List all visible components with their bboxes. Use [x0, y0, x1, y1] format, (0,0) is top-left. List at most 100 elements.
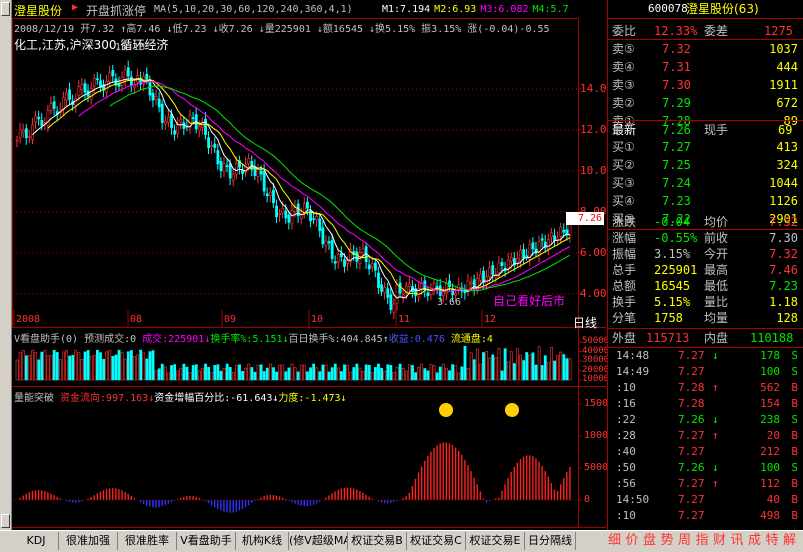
right-view-tab[interactable]: 周: [678, 532, 691, 550]
date-tick-label: 10: [311, 314, 324, 325]
candle-body: [522, 249, 526, 258]
tick-volume: 20: [766, 429, 780, 442]
volume-bar: [287, 367, 291, 381]
chart-canvas[interactable]: [12, 0, 606, 530]
candle-body: [346, 260, 350, 265]
right-view-tab[interactable]: 财: [713, 532, 726, 550]
stat-label: 均量: [704, 311, 729, 325]
volume-bar: [197, 370, 201, 381]
trading-window: 澄星股份 ▶ 开盘抓涨停 MA(5,10,20,30,60,120,240,36…: [0, 0, 803, 552]
order-level-label: 买①: [612, 140, 635, 154]
candle-body: [290, 210, 294, 225]
order-row[interactable]: 卖④ 7.31 444: [608, 58, 803, 76]
candle-body: [231, 173, 235, 181]
volume-bar: [392, 372, 396, 381]
main-chart-area[interactable]: 澄星股份 ▶ 开盘抓涨停 MA(5,10,20,30,60,120,240,36…: [12, 0, 615, 530]
candle-body: [89, 88, 93, 100]
volume-bar: [454, 365, 458, 381]
collapse-button[interactable]: [1, 2, 10, 16]
candle-body: [92, 78, 96, 87]
bottom-tab[interactable]: 机构K线: [236, 532, 289, 550]
right-view-tab[interactable]: 指: [696, 532, 709, 550]
candle-body: [287, 214, 291, 223]
tick-row[interactable]: :10 7.27 498 B: [608, 508, 803, 524]
volume-bar: [154, 370, 158, 381]
volume-bar: [74, 349, 78, 381]
right-view-tab[interactable]: 成: [748, 532, 761, 550]
candle-body: [367, 264, 371, 270]
divider: [608, 39, 803, 40]
order-row[interactable]: 买① 7.27 413: [608, 138, 803, 156]
volume-bar: [491, 354, 495, 381]
stat-label: 振幅: [612, 247, 637, 261]
volume-bar: [185, 366, 189, 381]
bottom-tab[interactable]: 权证交易B: [348, 532, 407, 550]
bottom-tab[interactable]: (修V超级MACD]: [289, 532, 348, 550]
candle-body: [24, 128, 28, 138]
tick-row[interactable]: :50 7.26 ↓ 100 S: [608, 460, 803, 476]
order-row[interactable]: 卖② 7.29 672: [608, 94, 803, 112]
candle-body: [383, 287, 387, 293]
bottom-tab[interactable]: V看盘助手: [177, 532, 236, 550]
volume-bar: [565, 358, 569, 381]
tick-arrow: ↑: [712, 381, 719, 394]
right-view-tab[interactable]: 势: [661, 532, 674, 550]
candle-body: [395, 284, 399, 304]
tick-row[interactable]: :22 7.26 ↓ 238 S: [608, 412, 803, 428]
tick-volume: 154: [760, 397, 780, 410]
period-label[interactable]: 日线: [573, 314, 597, 331]
candle-body: [126, 67, 130, 77]
volume-bar: [513, 363, 516, 381]
order-volume: 1911: [769, 78, 798, 92]
order-level-label: 买②: [612, 158, 635, 172]
volume-bar: [238, 364, 241, 381]
bottom-tab[interactable]: 很准胜率: [118, 532, 177, 550]
volume-bar: [441, 363, 445, 381]
stat-label: 总额: [612, 279, 637, 293]
order-price: 7.27: [662, 140, 691, 154]
order-row[interactable]: 买④ 7.23 1126: [608, 192, 803, 210]
volume-bar: [340, 371, 343, 381]
tick-row[interactable]: :40 7.27 212 B: [608, 444, 803, 460]
candle-body: [167, 116, 170, 123]
scroll-button[interactable]: [1, 514, 10, 528]
right-view-tab[interactable]: 盘: [643, 532, 656, 550]
candle-body: [213, 143, 217, 148]
right-view-tab[interactable]: 特: [766, 532, 779, 550]
candle-body: [268, 191, 272, 196]
right-view-tab[interactable]: 细: [608, 532, 621, 550]
bottom-tab[interactable]: 日分隔线: [525, 532, 576, 550]
candle-body: [398, 282, 402, 294]
right-view-tab[interactable]: 讯: [731, 532, 744, 550]
order-row[interactable]: 买③ 7.24 1044: [608, 174, 803, 192]
order-volume: 1037: [769, 42, 798, 56]
tick-row[interactable]: 14:49 7.27 100 S: [608, 364, 803, 380]
tick-row[interactable]: :10 7.28 ↑ 562 B: [608, 380, 803, 396]
volume-bar: [435, 372, 439, 381]
left-toolbar[interactable]: [0, 0, 12, 530]
volume-bar: [432, 365, 436, 381]
tick-price: 7.26: [678, 461, 705, 474]
order-row[interactable]: 卖⑤ 7.32 1037: [608, 40, 803, 58]
right-view-tab[interactable]: 解: [783, 532, 796, 550]
order-row[interactable]: 买② 7.25 324: [608, 156, 803, 174]
volume-bar: [92, 354, 96, 381]
stat-value: 7.30: [769, 231, 798, 245]
tick-row[interactable]: :56 7.27 ↑ 112 B: [608, 476, 803, 492]
tick-row[interactable]: :28 7.27 ↑ 20 B: [608, 428, 803, 444]
right-view-tab[interactable]: 价: [626, 532, 639, 550]
bottom-tab[interactable]: 很准加强: [59, 532, 118, 550]
bottom-tab[interactable]: 权证交易E: [466, 532, 525, 550]
tick-side: S: [791, 349, 798, 362]
tick-row[interactable]: 14:50 7.27 40 B: [608, 492, 803, 508]
candle-body: [469, 282, 473, 285]
bottom-tab[interactable]: KDJ: [14, 532, 59, 550]
volume-bar: [380, 367, 383, 381]
volume-bar: [364, 364, 368, 381]
tick-row[interactable]: :16 7.28 154 B: [608, 396, 803, 412]
tick-row[interactable]: 14:48 7.27 ↓ 178 S: [608, 348, 803, 364]
order-row[interactable]: 卖③ 7.30 1911: [608, 76, 803, 94]
candle-body: [546, 239, 550, 249]
stock-title: 澄星股份(63): [686, 2, 759, 16]
bottom-tab[interactable]: 权证交易C: [407, 532, 466, 550]
